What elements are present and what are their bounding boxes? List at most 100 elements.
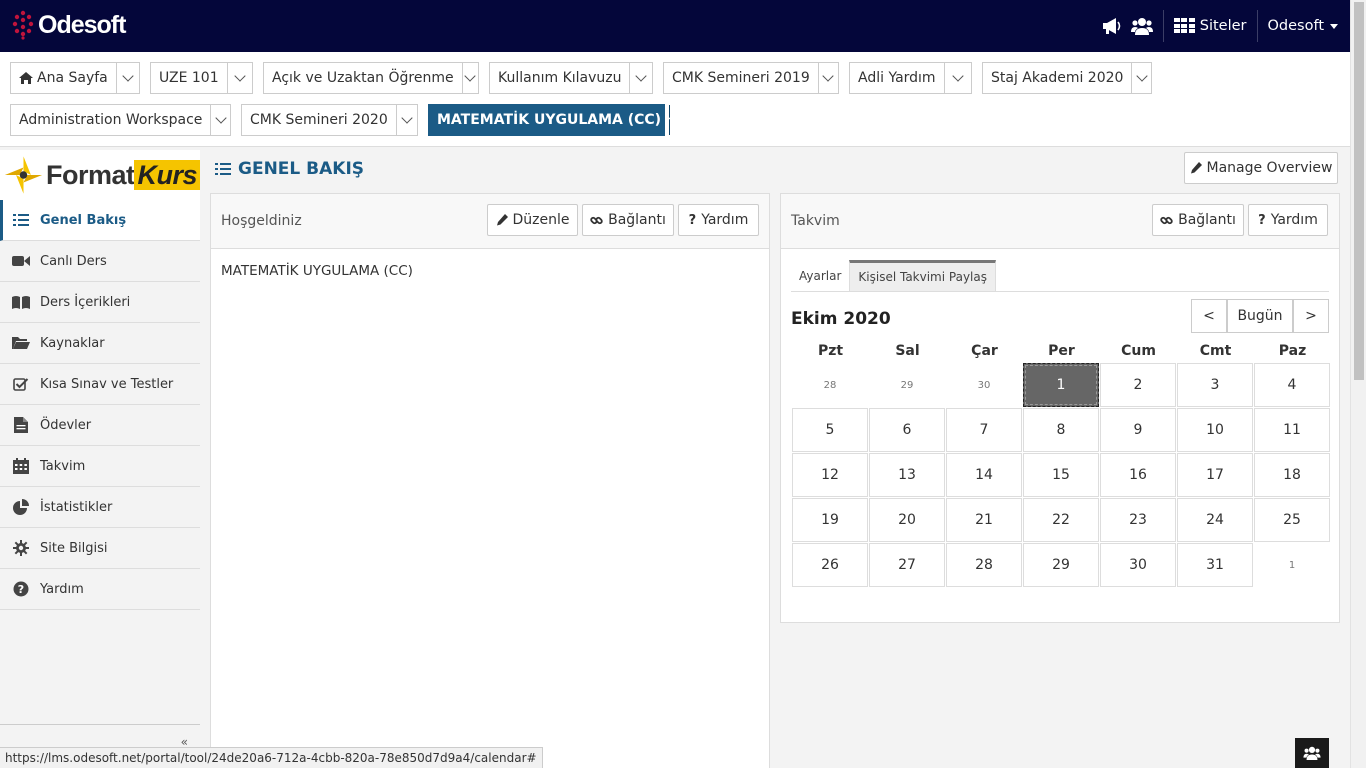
calendar-day[interactable]: 1	[1254, 543, 1330, 587]
site-tab-dropdown[interactable]	[945, 63, 971, 93]
manage-overview-button[interactable]: Manage Overview	[1184, 152, 1338, 184]
site-tab-matematik-uygulama[interactable]: MATEMATİK UYGULAMA (CC)	[428, 104, 680, 136]
site-tab-ana-sayfa[interactable]: Ana Sayfa	[10, 62, 140, 94]
nav-item-kisa-sinav[interactable]: Kısa Sınav ve Testler	[0, 364, 200, 405]
site-tab-acik-uzaktan[interactable]: Açık ve Uzaktan Öğrenme	[263, 62, 479, 94]
divider	[791, 291, 1329, 292]
tab-kisisel-takvimi-paylas[interactable]: Kişisel Takvimi Paylaş	[849, 260, 996, 292]
calendar-day[interactable]: 17	[1177, 453, 1253, 497]
welcome-link-button[interactable]: Bağlantı	[582, 204, 674, 236]
calendar-day[interactable]: 9	[1100, 408, 1176, 452]
calendar-day[interactable]: 15	[1023, 453, 1099, 497]
calendar-day[interactable]: 28	[946, 543, 1022, 587]
calendar-day[interactable]: 2	[1100, 363, 1176, 407]
calendar-day[interactable]: 30	[946, 363, 1022, 407]
calendar-day[interactable]: 31	[1177, 543, 1253, 587]
nav-item-canli-ders[interactable]: Canlı Ders	[0, 241, 200, 282]
edit-button[interactable]: Düzenle	[487, 204, 578, 236]
user-menu[interactable]: Odesoft	[1268, 18, 1338, 34]
nav-item-genel-bakis[interactable]: Genel Bakış	[0, 200, 200, 241]
calendar-day[interactable]: 22	[1023, 498, 1099, 542]
calendar-day[interactable]: 6	[869, 408, 945, 452]
megaphone-icon[interactable]	[1101, 15, 1123, 37]
site-tab-dropdown[interactable]	[117, 63, 139, 93]
calendar-day[interactable]: 19	[792, 498, 868, 542]
calendar-day[interactable]: 29	[869, 363, 945, 407]
welcome-help-button[interactable]: ? Yardım	[678, 204, 759, 236]
calendar-day[interactable]: 23	[1100, 498, 1176, 542]
chat-users-button[interactable]	[1295, 738, 1329, 768]
site-tab-uze-101[interactable]: UZE 101	[150, 62, 253, 94]
calendar-day[interactable]: 13	[869, 453, 945, 497]
nav-item-kaynaklar[interactable]: Kaynaklar	[0, 323, 200, 364]
site-tab-dropdown[interactable]	[397, 105, 417, 135]
calendar-day[interactable]: 18	[1254, 453, 1330, 497]
calendar-day[interactable]: 21	[946, 498, 1022, 542]
site-tab-kullanim-kilavuzu[interactable]: Kullanım Kılavuzu	[489, 62, 653, 94]
chevron-down-icon	[952, 70, 964, 82]
calendar-day[interactable]: 1	[1023, 363, 1099, 407]
nav-item-label: İstatistikler	[40, 499, 113, 515]
calendar-day[interactable]: 20	[869, 498, 945, 542]
nav-item-takvim[interactable]: Takvim	[0, 446, 200, 487]
nav-item-yardim[interactable]: ? Yardım	[0, 569, 200, 610]
link-icon	[1160, 214, 1173, 227]
pencil-icon	[1190, 162, 1202, 174]
calendar-day[interactable]: 10	[1177, 408, 1253, 452]
site-tab-dropdown[interactable]	[630, 63, 652, 93]
calendar-day[interactable]: 28	[792, 363, 868, 407]
calendar-today-button[interactable]: Bugün	[1227, 299, 1293, 333]
nav-item-label: Canlı Ders	[40, 253, 107, 269]
calendar-day[interactable]: 26	[792, 543, 868, 587]
site-tab-dropdown[interactable]	[819, 63, 838, 93]
site-tab-dropdown[interactable]	[228, 63, 252, 93]
site-tab-dropdown[interactable]	[463, 63, 478, 93]
odesoft-logo[interactable]: Odesoft	[12, 10, 126, 40]
calendar-day[interactable]: 7	[946, 408, 1022, 452]
collapse-menu-button[interactable]: «	[0, 724, 200, 749]
site-tab-cmk-2019[interactable]: CMK Semineri 2019	[663, 62, 839, 94]
calendar-next-button[interactable]: >	[1293, 299, 1329, 333]
nav-item-odevler[interactable]: Ödevler	[0, 405, 200, 446]
calendar-day[interactable]: 29	[1023, 543, 1099, 587]
calendar-day[interactable]: 11	[1254, 408, 1330, 452]
calendar-day[interactable]: 4	[1254, 363, 1330, 407]
calendar-icon	[12, 458, 30, 474]
site-tab-dropdown[interactable]	[668, 105, 680, 135]
calendar-day[interactable]: 14	[946, 453, 1022, 497]
calendar-day[interactable]: 24	[1177, 498, 1253, 542]
nav-item-ders-icerikleri[interactable]: Ders İçerikleri	[0, 282, 200, 323]
logo-text: Odesoft	[38, 10, 126, 39]
site-tab-staj-akademi[interactable]: Staj Akademi 2020	[982, 62, 1152, 94]
site-tab-dropdown[interactable]	[211, 105, 230, 135]
users-icon[interactable]	[1130, 15, 1153, 37]
site-tab-label: Staj Akademi 2020	[983, 63, 1133, 93]
site-tab-label: Ana Sayfa	[37, 70, 108, 86]
grid-icon	[1173, 18, 1195, 34]
calendar-help-button[interactable]: ? Yardım	[1248, 204, 1328, 236]
calendar-panel-title: Takvim	[791, 213, 840, 229]
divider	[1162, 10, 1164, 42]
siteler-button[interactable]: Siteler	[1173, 18, 1247, 34]
calendar-day[interactable]: 5	[792, 408, 868, 452]
site-tab-dropdown[interactable]	[1132, 63, 1151, 93]
calendar-prev-button[interactable]: <	[1191, 299, 1227, 333]
site-tab-adli-yardim[interactable]: Adli Yardım	[849, 62, 972, 94]
calendar-day[interactable]: 30	[1100, 543, 1176, 587]
calendar-link-button[interactable]: Bağlantı	[1152, 204, 1244, 236]
calendar-day[interactable]: 12	[792, 453, 868, 497]
calendar-day[interactable]: 25	[1254, 498, 1330, 542]
question-circle-icon: ?	[12, 581, 30, 597]
calendar-day[interactable]: 16	[1100, 453, 1176, 497]
nav-item-istatistikler[interactable]: İstatistikler	[0, 487, 200, 528]
site-tab-administration-workspace[interactable]: Administration Workspace	[10, 104, 231, 136]
calendar-day[interactable]: 27	[869, 543, 945, 587]
site-tab-label: Kullanım Kılavuzu	[490, 63, 631, 93]
calendar-day[interactable]: 3	[1177, 363, 1253, 407]
tab-ayarlar[interactable]: Ayarlar	[791, 260, 850, 292]
calendar-day[interactable]: 8	[1023, 408, 1099, 452]
site-tab-cmk-2020[interactable]: CMK Semineri 2020	[241, 104, 418, 136]
page-scrollbar[interactable]	[1350, 0, 1366, 768]
nav-item-site-bilgisi[interactable]: Site Bilgisi	[0, 528, 200, 569]
scrollbar-thumb[interactable]	[1354, 2, 1364, 380]
